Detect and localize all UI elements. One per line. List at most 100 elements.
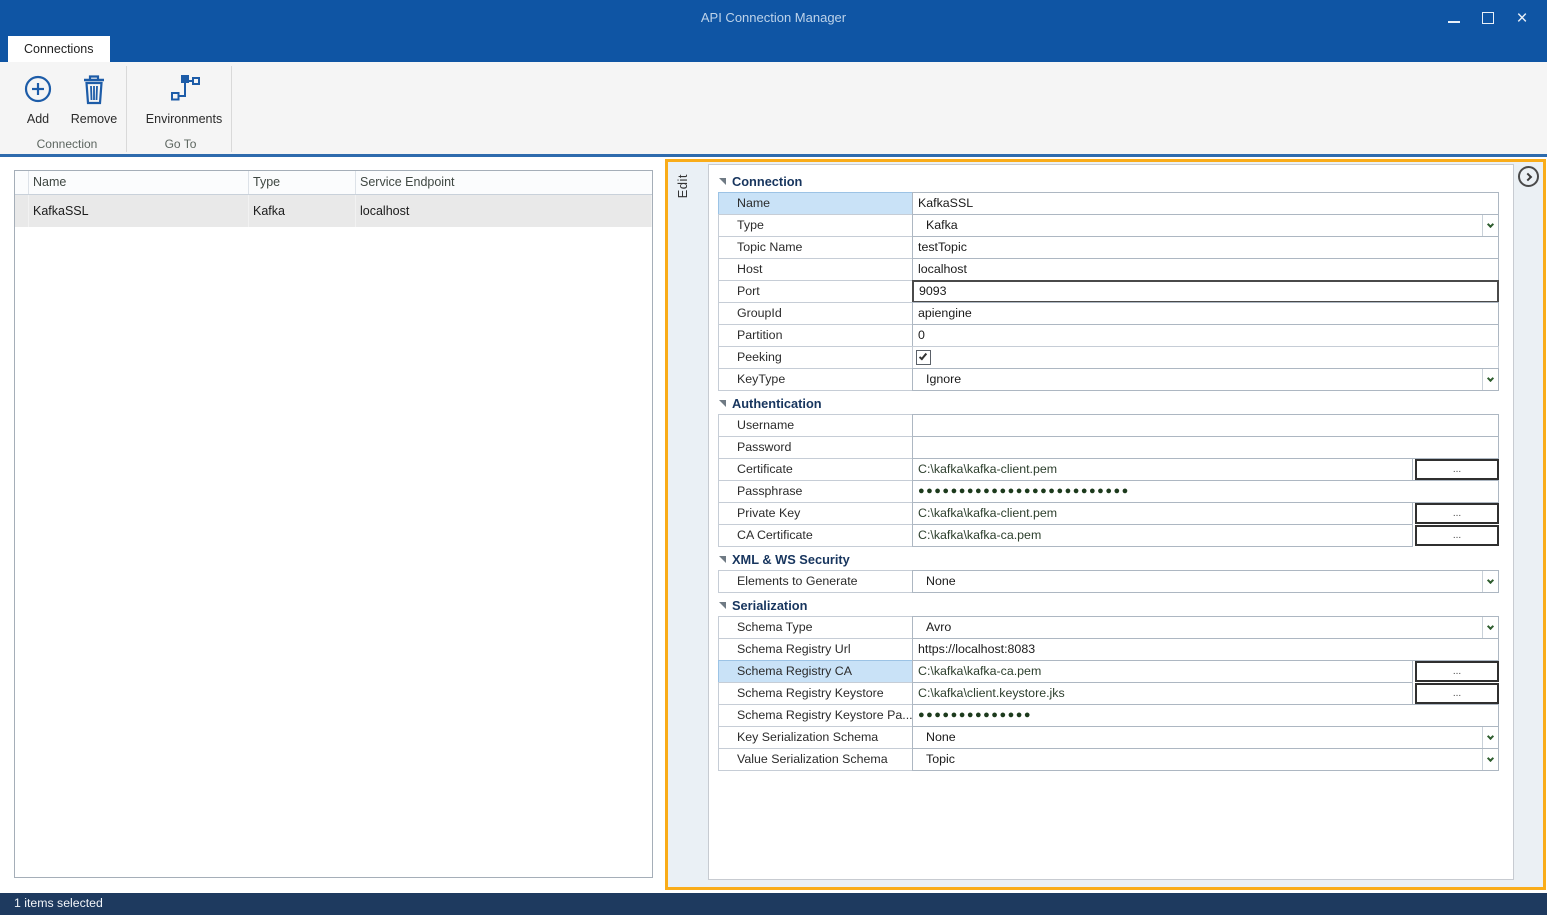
file-path-field[interactable]: C:\kafka\kafka-ca.pem <box>912 660 1413 683</box>
text-field-partition[interactable]: 0 <box>912 324 1499 347</box>
section-header-serialization[interactable]: Serialization <box>718 595 1499 616</box>
section-header-connection[interactable]: Connection <box>718 171 1499 192</box>
property-value-peeking <box>912 346 1499 369</box>
property-label-topic-name[interactable]: Topic Name <box>718 236 913 259</box>
dropdown-value: Topic <box>913 749 1482 770</box>
property-row-peeking: Peeking <box>718 346 1499 369</box>
browse-button[interactable]: ... <box>1415 503 1499 524</box>
selection-status: 1 items selected <box>14 893 103 914</box>
property-label-name[interactable]: Name <box>718 192 913 215</box>
section-title: XML & WS Security <box>732 552 850 567</box>
text-field-schema-registry-url[interactable]: https://localhost:8083 <box>912 638 1499 661</box>
file-path-field[interactable]: C:\kafka\kafka-ca.pem <box>912 524 1413 547</box>
property-label-username[interactable]: Username <box>718 414 913 437</box>
section-header-authentication[interactable]: Authentication <box>718 393 1499 414</box>
add-button[interactable]: Add <box>14 66 62 144</box>
dropdown-button[interactable] <box>1482 749 1498 770</box>
dropdown-type[interactable]: Kafka <box>912 214 1499 237</box>
text-field-port[interactable]: 9093 <box>912 280 1499 303</box>
tab-connections[interactable]: Connections <box>8 36 110 62</box>
file-field-schema-registry-keystore: C:\kafka\client.keystore.jks... <box>912 682 1499 705</box>
section-header-xml-ws-security[interactable]: XML & WS Security <box>718 549 1499 570</box>
table-row-kafkassl[interactable]: KafkaSSLKafkalocalhost <box>15 195 652 227</box>
file-path-field[interactable]: C:\kafka\client.keystore.jks <box>912 682 1413 705</box>
dropdown-keytype[interactable]: Ignore <box>912 368 1499 391</box>
property-value-password <box>912 436 1499 459</box>
section-expander-icon <box>719 178 726 185</box>
dropdown-elements-to-generate[interactable]: None <box>912 570 1499 593</box>
property-label-partition[interactable]: Partition <box>718 324 913 347</box>
minimize-button[interactable] <box>1437 3 1471 33</box>
property-label-peeking[interactable]: Peeking <box>718 346 913 369</box>
property-label-type[interactable]: Type <box>718 214 913 237</box>
chevron-down-icon <box>1487 576 1494 583</box>
property-label-schema-registry-keystore-pa[interactable]: Schema Registry Keystore Pa... <box>718 704 913 727</box>
property-value-topic-name: testTopic <box>912 236 1499 259</box>
property-label-ca-certificate[interactable]: CA Certificate <box>718 524 913 547</box>
dropdown-button[interactable] <box>1482 617 1498 638</box>
close-button[interactable]: × <box>1505 3 1539 33</box>
property-label-keytype[interactable]: KeyType <box>718 368 913 391</box>
titlebar[interactable]: API Connection Manager × <box>0 0 1547 36</box>
text-field-groupid[interactable]: apiengine <box>912 302 1499 325</box>
browse-button[interactable]: ... <box>1415 525 1499 546</box>
collapse-panel-button[interactable] <box>1518 166 1539 187</box>
text-field-username[interactable] <box>912 414 1499 437</box>
property-value-private-key: C:\kafka\kafka-client.pem... <box>912 502 1499 525</box>
text-field-topic-name[interactable]: testTopic <box>912 236 1499 259</box>
file-field-schema-registry-ca: C:\kafka\kafka-ca.pem... <box>912 660 1499 683</box>
environments-button[interactable]: Environments <box>134 66 234 144</box>
tab-edit[interactable]: Edit <box>675 174 690 198</box>
property-value-ca-certificate: C:\kafka\kafka-ca.pem... <box>912 524 1499 547</box>
dropdown-value: None <box>913 727 1482 748</box>
property-row-name: NameKafkaSSL <box>718 192 1499 215</box>
text-field-host[interactable]: localhost <box>912 258 1499 281</box>
property-label-port[interactable]: Port <box>718 280 913 303</box>
checkbox-peeking[interactable] <box>916 350 931 365</box>
property-label-elements-to-generate[interactable]: Elements to Generate <box>718 570 913 593</box>
dropdown-button[interactable] <box>1482 215 1498 236</box>
property-label-groupid[interactable]: GroupId <box>718 302 913 325</box>
dropdown-value: Kafka <box>913 215 1482 236</box>
file-path-field[interactable]: C:\kafka\kafka-client.pem <box>912 458 1413 481</box>
browse-button[interactable]: ... <box>1415 459 1499 480</box>
property-label-certificate[interactable]: Certificate <box>718 458 913 481</box>
property-label-schema-registry-keystore[interactable]: Schema Registry Keystore <box>718 682 913 705</box>
password-field-passphrase[interactable]: ●●●●●●●●●●●●●●●●●●●●●●●●●● <box>912 480 1499 503</box>
column-header-name[interactable]: Name <box>29 171 249 194</box>
property-label-value-serialization-schema[interactable]: Value Serialization Schema <box>718 748 913 771</box>
column-header-type[interactable]: Type <box>249 171 356 194</box>
dropdown-key-serialization-schema[interactable]: None <box>912 726 1499 749</box>
property-row-groupid: GroupIdapiengine <box>718 302 1499 325</box>
property-label-schema-registry-url[interactable]: Schema Registry Url <box>718 638 913 661</box>
dropdown-schema-type[interactable]: Avro <box>912 616 1499 639</box>
property-value-keytype: Ignore <box>912 368 1499 391</box>
text-field-name[interactable]: KafkaSSL <box>912 192 1499 215</box>
dropdown-value: Ignore <box>913 369 1482 390</box>
property-label-schema-registry-ca[interactable]: Schema Registry CA <box>718 660 913 683</box>
property-label-private-key[interactable]: Private Key <box>718 502 913 525</box>
property-label-key-serialization-schema[interactable]: Key Serialization Schema <box>718 726 913 749</box>
property-label-host[interactable]: Host <box>718 258 913 281</box>
remove-button[interactable]: Remove <box>64 66 124 144</box>
dropdown-button[interactable] <box>1482 369 1498 390</box>
chevron-right-icon <box>1523 172 1531 180</box>
file-path-field[interactable]: C:\kafka\kafka-client.pem <box>912 502 1413 525</box>
browse-button[interactable]: ... <box>1415 661 1499 682</box>
edit-panel: Edit ConnectionNameKafkaSSLTypeKafkaTopi… <box>665 159 1546 890</box>
dropdown-button[interactable] <box>1482 571 1498 592</box>
browse-button[interactable]: ... <box>1415 683 1499 704</box>
maximize-button[interactable] <box>1471 3 1505 33</box>
property-value-name: KafkaSSL <box>912 192 1499 215</box>
trash-icon <box>80 68 108 106</box>
property-label-password[interactable]: Password <box>718 436 913 459</box>
password-field-schema-registry-keystore-pa[interactable]: ●●●●●●●●●●●●●● <box>912 704 1499 727</box>
property-label-passphrase[interactable]: Passphrase <box>718 480 913 503</box>
property-label-schema-type[interactable]: Schema Type <box>718 616 913 639</box>
property-row-ca-certificate: CA CertificateC:\kafka\kafka-ca.pem... <box>718 524 1499 547</box>
dropdown-value-serialization-schema[interactable]: Topic <box>912 748 1499 771</box>
text-field-password[interactable] <box>912 436 1499 459</box>
column-header-service-endpoint[interactable]: Service Endpoint <box>356 171 652 194</box>
dropdown-button[interactable] <box>1482 727 1498 748</box>
property-row-partition: Partition0 <box>718 324 1499 347</box>
